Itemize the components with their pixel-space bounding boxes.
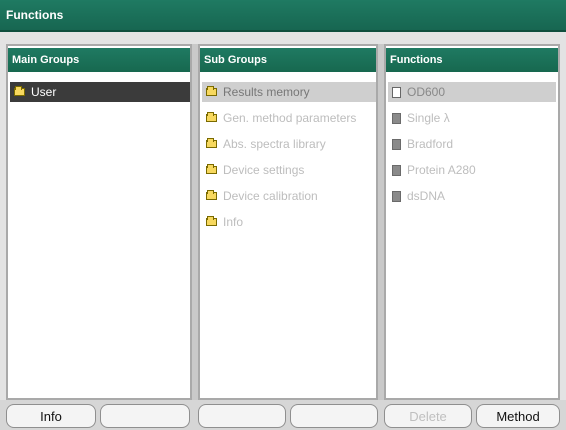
sub-group-item-label: Device calibration bbox=[223, 189, 318, 203]
softkey-4-button[interactable] bbox=[290, 404, 378, 428]
folder-icon bbox=[206, 112, 217, 122]
info-button[interactable]: Info bbox=[6, 404, 96, 428]
folder-icon bbox=[206, 164, 217, 174]
folder-icon bbox=[206, 216, 217, 226]
document-icon bbox=[392, 138, 401, 150]
softkey-3-button[interactable] bbox=[198, 404, 286, 428]
main-group-item-user[interactable]: User bbox=[10, 82, 190, 102]
function-item-bradford[interactable]: Bradford bbox=[388, 134, 556, 154]
folder-icon bbox=[14, 86, 25, 96]
folder-icon bbox=[206, 86, 217, 96]
sub-group-item-results-memory[interactable]: Results memory bbox=[202, 82, 376, 102]
document-icon bbox=[392, 112, 401, 124]
folder-icon bbox=[206, 138, 217, 148]
main-group-item-label: User bbox=[31, 85, 57, 99]
sub-group-item-gen-method-parameters[interactable]: Gen. method parameters bbox=[202, 108, 376, 128]
delete-button[interactable]: Delete bbox=[384, 404, 472, 428]
main-groups-header: Main Groups bbox=[8, 48, 190, 72]
functions-window: Functions Main Groups User Sub Groups Re… bbox=[0, 0, 566, 430]
document-icon bbox=[392, 190, 401, 202]
function-item-label: OD600 bbox=[407, 85, 446, 99]
function-item-od600[interactable]: OD600 bbox=[388, 82, 556, 102]
sub-group-item-device-calibration[interactable]: Device calibration bbox=[202, 186, 376, 206]
folder-icon bbox=[206, 190, 217, 200]
function-item-single-lambda[interactable]: Single λ bbox=[388, 108, 556, 128]
document-icon bbox=[392, 164, 401, 176]
softkey-2-button[interactable] bbox=[100, 404, 190, 428]
function-item-label: Single λ bbox=[407, 111, 450, 125]
function-item-label: dsDNA bbox=[407, 189, 446, 203]
sub-group-item-info[interactable]: Info bbox=[202, 212, 376, 232]
document-icon bbox=[392, 86, 401, 98]
sub-group-item-device-settings[interactable]: Device settings bbox=[202, 160, 376, 180]
sub-group-item-label: Abs. spectra library bbox=[223, 137, 326, 151]
function-item-label: Protein A280 bbox=[407, 163, 476, 177]
window-title: Functions bbox=[0, 0, 566, 32]
function-item-label: Bradford bbox=[407, 137, 454, 151]
sub-groups-header: Sub Groups bbox=[200, 48, 376, 72]
function-item-dsdna[interactable]: dsDNA bbox=[388, 186, 556, 206]
sub-group-item-label: Info bbox=[223, 215, 244, 229]
function-item-protein-a280[interactable]: Protein A280 bbox=[388, 160, 556, 180]
functions-header: Functions bbox=[386, 48, 558, 72]
sub-group-item-abs-spectra-library[interactable]: Abs. spectra library bbox=[202, 134, 376, 154]
sub-group-item-label: Results memory bbox=[223, 85, 310, 99]
sub-group-item-label: Device settings bbox=[223, 163, 305, 177]
method-button[interactable]: Method bbox=[476, 404, 560, 428]
sub-group-item-label: Gen. method parameters bbox=[223, 111, 357, 125]
